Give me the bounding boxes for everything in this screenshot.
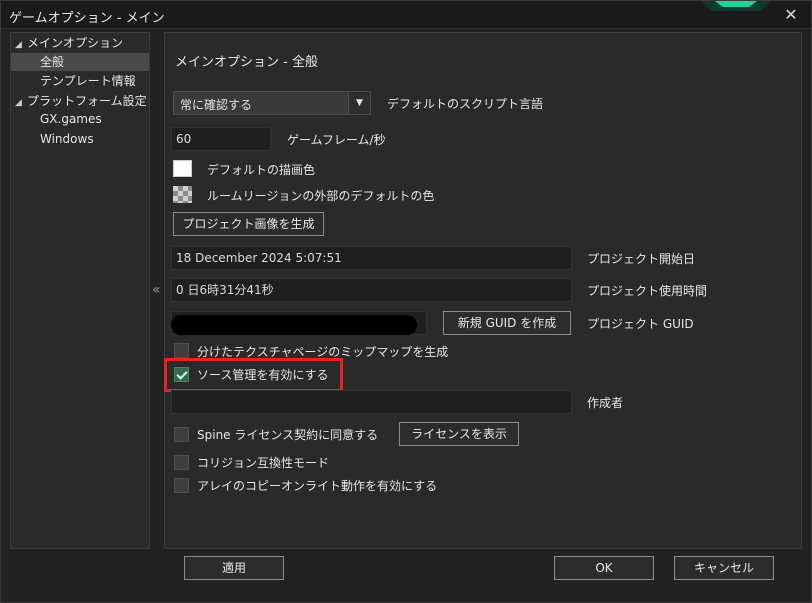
tree-item-label: テンプレート情報 [40,74,136,88]
apply-button[interactable]: 適用 [184,556,284,580]
fps-input[interactable]: 60 [171,127,271,151]
generate-project-image-button[interactable]: プロジェクト画像を生成 [173,212,324,236]
mipmaps-checkbox[interactable] [174,343,189,358]
draw-color-label: デフォルトの描画色 [207,163,316,177]
spine-license-label: Spine ライセンス契約に同意する [197,428,379,442]
dropdown-value: 常に確認する [180,98,253,112]
title-bar[interactable]: ゲームオプション - メイン ✕ [1,1,811,29]
usage-time-field: 0 日6時31分41秒 [171,278,572,302]
script-language-label: デフォルトのスクリプト言語 [387,97,544,111]
section-title: メインオプション - 全般 [175,55,318,70]
array-cow-label: アレイのコピーオンライト動作を有効にする [197,479,438,493]
tree-item-windows[interactable]: Windows [40,130,94,148]
ok-button[interactable]: OK [554,556,654,580]
tree-item-gx-games[interactable]: GX.games [40,110,102,128]
window-title: ゲームオプション - メイン [9,11,165,26]
author-label: 作成者 [587,396,624,410]
show-license-button[interactable]: ライセンスを表示 [399,422,519,446]
script-language-dropdown[interactable]: 常に確認する ▼ [173,91,371,115]
collapse-sidebar-icon[interactable]: « [152,282,161,298]
tree-item-template-info[interactable]: テンプレート情報 [40,72,136,90]
game-options-window: ゲームオプション - メイン ✕ ◢ メインオプション 全般 テンプレート情報 ◢… [0,0,812,603]
collision-compat-checkbox[interactable] [174,455,189,470]
start-date-label: プロジェクト開始日 [587,252,696,266]
author-field[interactable] [171,390,572,414]
redacted-guid [171,315,417,335]
room-color-label: ルームリージョンの外部のデフォルトの色 [207,189,435,203]
tree-item-label: GX.games [40,112,102,126]
usage-time-label: プロジェクト使用時間 [587,284,708,298]
tree-item-main-options[interactable]: ◢ メインオプション [15,34,149,52]
room-color-swatch[interactable] [173,186,192,203]
expand-arrow-icon[interactable]: ◢ [15,94,27,112]
draw-color-swatch[interactable] [173,160,192,177]
expand-arrow-icon[interactable]: ◢ [15,36,27,54]
tree-item-label: プラットフォーム設定 [27,94,147,108]
fps-label: ゲームフレーム/秒 [287,133,386,147]
close-icon[interactable]: ✕ [777,4,805,26]
tree-item-platform-settings[interactable]: ◢ プラットフォーム設定 [15,92,149,110]
highlight-box [164,358,343,392]
guid-label: プロジェクト GUID [587,317,694,331]
cancel-button[interactable]: キャンセル [674,556,774,580]
collision-compat-label: コリジョン互換性モード [197,456,330,470]
chevron-down-icon[interactable]: ▼ [348,92,370,114]
options-panel: メインオプション - 全般 常に確認する ▼ デフォルトのスクリプト言語 60 … [164,32,802,549]
tree-item-general[interactable]: 全般 [11,53,149,71]
tree-item-label: メインオプション [27,36,124,50]
title-accent-decoration [701,1,771,11]
start-date-field: 18 December 2024 5:07:51 [171,246,572,270]
options-tree: ◢ メインオプション 全般 テンプレート情報 ◢ プラットフォーム設定 GX.gam… [10,32,150,549]
tree-item-label: 全般 [40,55,65,69]
spine-license-checkbox[interactable] [174,427,189,442]
tree-item-label: Windows [40,132,94,146]
create-guid-button[interactable]: 新規 GUID を作成 [443,311,571,335]
array-cow-checkbox[interactable] [174,478,189,493]
